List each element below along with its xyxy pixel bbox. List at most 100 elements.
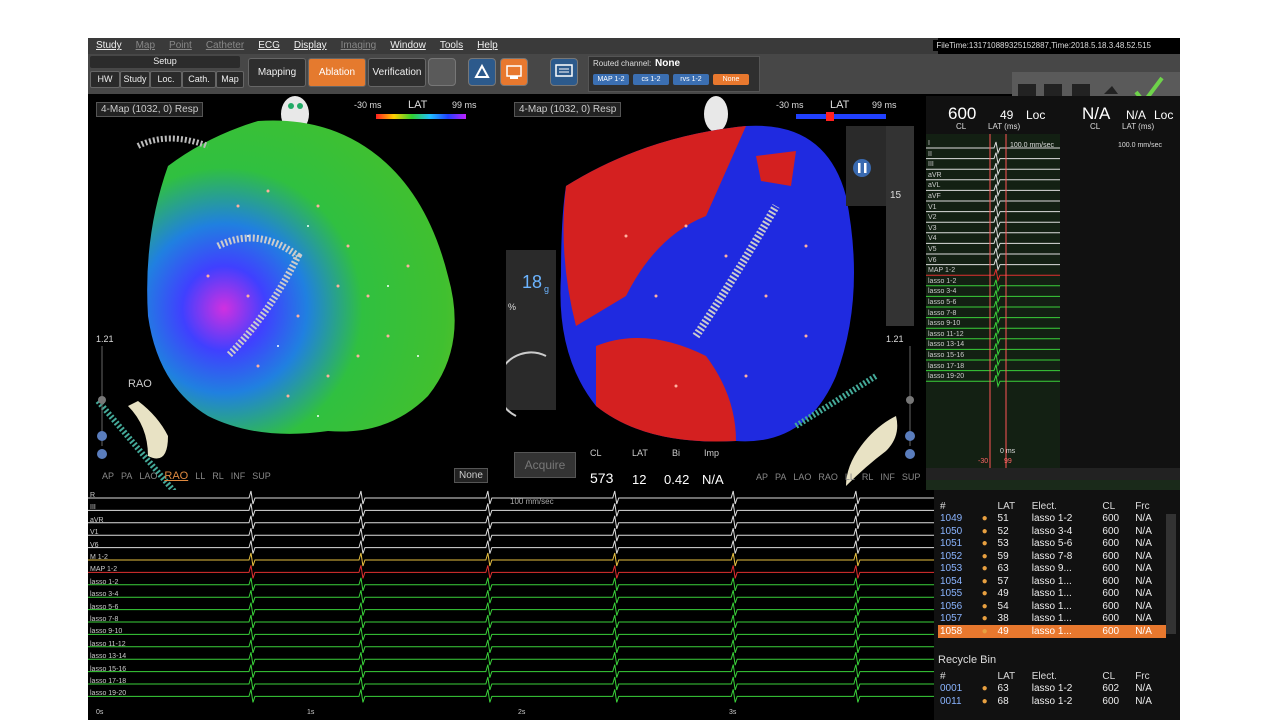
setup-label[interactable]: Setup bbox=[90, 56, 240, 68]
ecg-scrollbar[interactable] bbox=[926, 468, 1180, 480]
routed-chip-2[interactable]: rvs 1-2 bbox=[673, 74, 709, 85]
view-tab-ap[interactable]: AP bbox=[102, 471, 114, 481]
view-tab-rao[interactable]: RAO bbox=[818, 472, 838, 482]
left-map-pane[interactable]: 4-Map (1032, 0) Resp -30 ms LAT 99 ms 1.… bbox=[88, 96, 504, 490]
ecg-right-cl-label: CL bbox=[1090, 122, 1101, 131]
routed-chip-0[interactable]: MAP 1-2 bbox=[593, 74, 629, 85]
recycle-bin-table[interactable]: # LAT Elect. CL Frc 0001 ● 63 lasso 1-2 602 N/A 001… bbox=[938, 670, 1166, 708]
routed-channel-panel[interactable]: Routed channel: None MAP 1-2 cs 1-2 rvs 1-… bbox=[588, 56, 760, 92]
ecg-trace-v5 bbox=[926, 247, 1060, 261]
acquire-button[interactable]: Acquire bbox=[514, 452, 576, 478]
table-header-row: # LAT Elect. CL Frc bbox=[938, 500, 1166, 513]
routed-chip-1[interactable]: cs 1-2 bbox=[633, 74, 669, 85]
menu-window[interactable]: Window bbox=[382, 38, 432, 54]
point-cl: 600 bbox=[1100, 625, 1134, 638]
header-cl[interactable]: CL bbox=[1100, 670, 1133, 683]
ecg-trace-area[interactable]: I II III aVR aVL aVF V1 V2 V3 V4 V5 V6 MAP 1-2 lasso … bbox=[926, 134, 1060, 468]
view-tab-rl[interactable]: RL bbox=[862, 472, 874, 482]
right-lat-colorbar bbox=[796, 114, 886, 119]
view-tab-sup[interactable]: SUP bbox=[252, 471, 271, 481]
view-tab-pa[interactable]: PA bbox=[121, 471, 132, 481]
table-row[interactable]: 0011 ● 68 lasso 1-2 600 N/A bbox=[938, 695, 1166, 708]
recording-icon[interactable] bbox=[500, 58, 528, 86]
table-row[interactable]: 1049 ● 51 lasso 1-2 600 N/A bbox=[938, 513, 1166, 526]
ecg-cl-value: 600 bbox=[948, 104, 977, 123]
menu-help[interactable]: Help bbox=[469, 38, 504, 54]
view-tab-sup[interactable]: SUP bbox=[902, 472, 921, 482]
tag-icon: ● bbox=[981, 538, 988, 550]
right-map-pane[interactable]: 4-Map (1032, 0) Resp -30 ms LAT 99 ms 18… bbox=[506, 96, 924, 490]
strip-channel-label: lasso 15-16 bbox=[90, 665, 127, 673]
view-tab-inf[interactable]: INF bbox=[231, 471, 246, 481]
ecg-right-trace-area[interactable]: 100.0 mm/sec bbox=[1060, 134, 1180, 468]
disabled-tool-icon[interactable] bbox=[428, 58, 456, 86]
strip-channel-label: M 1-2 bbox=[90, 554, 108, 561]
table-row[interactable]: 1057 ● 38 lasso 1... 600 N/A bbox=[938, 613, 1166, 626]
menu-display[interactable]: Display bbox=[286, 38, 333, 54]
point-id: 1051 bbox=[940, 538, 963, 550]
header-cl[interactable]: CL bbox=[1100, 500, 1133, 513]
view-tab-pa[interactable]: PA bbox=[775, 472, 786, 482]
ablation-button[interactable]: Ablation bbox=[308, 58, 366, 87]
menu-ecg[interactable]: ECG bbox=[250, 38, 286, 54]
table-row[interactable]: 1055 ● 49 lasso 1... 600 N/A bbox=[938, 588, 1166, 601]
monitor-icon[interactable] bbox=[550, 58, 578, 86]
setup-loc-button[interactable]: Loc. bbox=[150, 71, 182, 88]
marker-right: 99 bbox=[1004, 458, 1012, 465]
ecg-channel-label: lasso 13-14 bbox=[928, 341, 965, 349]
imp-value: N/A bbox=[702, 472, 724, 487]
header-tag[interactable] bbox=[980, 670, 996, 683]
point-cl: 600 bbox=[1102, 575, 1120, 587]
table-row[interactable]: 1056 ● 54 lasso 1... 600 N/A bbox=[938, 600, 1166, 613]
header-frc[interactable]: Frc bbox=[1133, 500, 1166, 513]
table-row[interactable]: 1058 ● 49 lasso 1... 600 N/A bbox=[938, 625, 1166, 638]
view-tab-ap[interactable]: AP bbox=[756, 472, 768, 482]
setup-hw-button[interactable]: HW bbox=[90, 71, 120, 88]
menu-tools[interactable]: Tools bbox=[432, 38, 469, 54]
table-row[interactable]: 1053 ● 63 lasso 9... 600 N/A bbox=[938, 563, 1166, 576]
table-scrollbar[interactable] bbox=[1166, 514, 1176, 634]
view-tab-rl[interactable]: RL bbox=[212, 471, 224, 481]
table-row[interactable]: 1054 ● 57 lasso 1... 600 N/A bbox=[938, 575, 1166, 588]
right-lat-map-canvas[interactable] bbox=[506, 96, 924, 490]
ecg-loc-label: Loc bbox=[1026, 108, 1046, 122]
strip-channel-label: lasso 9-10 bbox=[90, 628, 123, 636]
header-tag[interactable] bbox=[980, 500, 996, 513]
view-tab-ll[interactable]: LL bbox=[845, 472, 855, 482]
view-tab-lao[interactable]: LAO bbox=[793, 472, 811, 482]
setup-map-button[interactable]: Map bbox=[216, 71, 244, 88]
menu-study[interactable]: Study bbox=[88, 38, 128, 54]
setup-study-button[interactable]: Study bbox=[120, 71, 150, 88]
left-lat-map-canvas[interactable] bbox=[88, 96, 504, 490]
footswitch-icon bbox=[1104, 86, 1118, 94]
header-frc[interactable]: Frc bbox=[1133, 670, 1166, 683]
table-row[interactable]: 1051 ● 53 lasso 5-6 600 N/A bbox=[938, 538, 1166, 551]
view-tab-inf[interactable]: INF bbox=[880, 472, 895, 482]
point-lat: 68 bbox=[997, 695, 1009, 707]
header-lat[interactable]: LAT bbox=[996, 670, 1030, 683]
table-row[interactable]: 1050 ● 52 lasso 3-4 600 N/A bbox=[938, 525, 1166, 538]
mapping-button[interactable]: Mapping bbox=[248, 58, 306, 87]
view-tab-lao[interactable]: LAO bbox=[139, 471, 157, 481]
orientation-label: RAO bbox=[128, 378, 152, 390]
bottom-ecg-strip[interactable]: R III aVR V1 V6 M 1-2 MAP 1-2 lasso 1-2 lasso 3-… bbox=[88, 490, 934, 720]
catheter-shape-icon[interactable] bbox=[468, 58, 496, 86]
header-#[interactable]: # bbox=[938, 500, 980, 513]
header-#[interactable]: # bbox=[938, 670, 980, 683]
view-tab-ll[interactable]: LL bbox=[195, 471, 205, 481]
points-table[interactable]: # LAT Elect. CL Frc 1049 ● 51 lasso 1-2 600 N/A 105… bbox=[938, 500, 1166, 638]
header-elect[interactable]: Elect. bbox=[1030, 500, 1101, 513]
table-row[interactable]: 0001 ● 63 lasso 1-2 602 N/A bbox=[938, 683, 1166, 696]
header-lat[interactable]: LAT bbox=[996, 500, 1030, 513]
lat-colorbar bbox=[376, 114, 466, 119]
setup-cath-button[interactable]: Cath. bbox=[182, 71, 216, 88]
left-none-dropdown[interactable]: None bbox=[454, 468, 488, 483]
points-table-pane[interactable]: # LAT Elect. CL Frc 1049 ● 51 lasso 1-2 600 N/A 105… bbox=[934, 490, 1180, 720]
side-panel-unit: g bbox=[544, 284, 550, 294]
verification-button[interactable]: Verification bbox=[368, 58, 426, 87]
table-row[interactable]: 1052 ● 59 lasso 7-8 600 N/A bbox=[938, 550, 1166, 563]
routed-chip-3[interactable]: None bbox=[713, 74, 749, 85]
view-tab-rao[interactable]: RAO bbox=[164, 470, 188, 482]
ecg-annotation-panel[interactable]: 600 49 Loc CL LAT (ms) N/A N/A Loc CL LA… bbox=[926, 96, 1180, 490]
header-elect[interactable]: Elect. bbox=[1030, 670, 1101, 683]
